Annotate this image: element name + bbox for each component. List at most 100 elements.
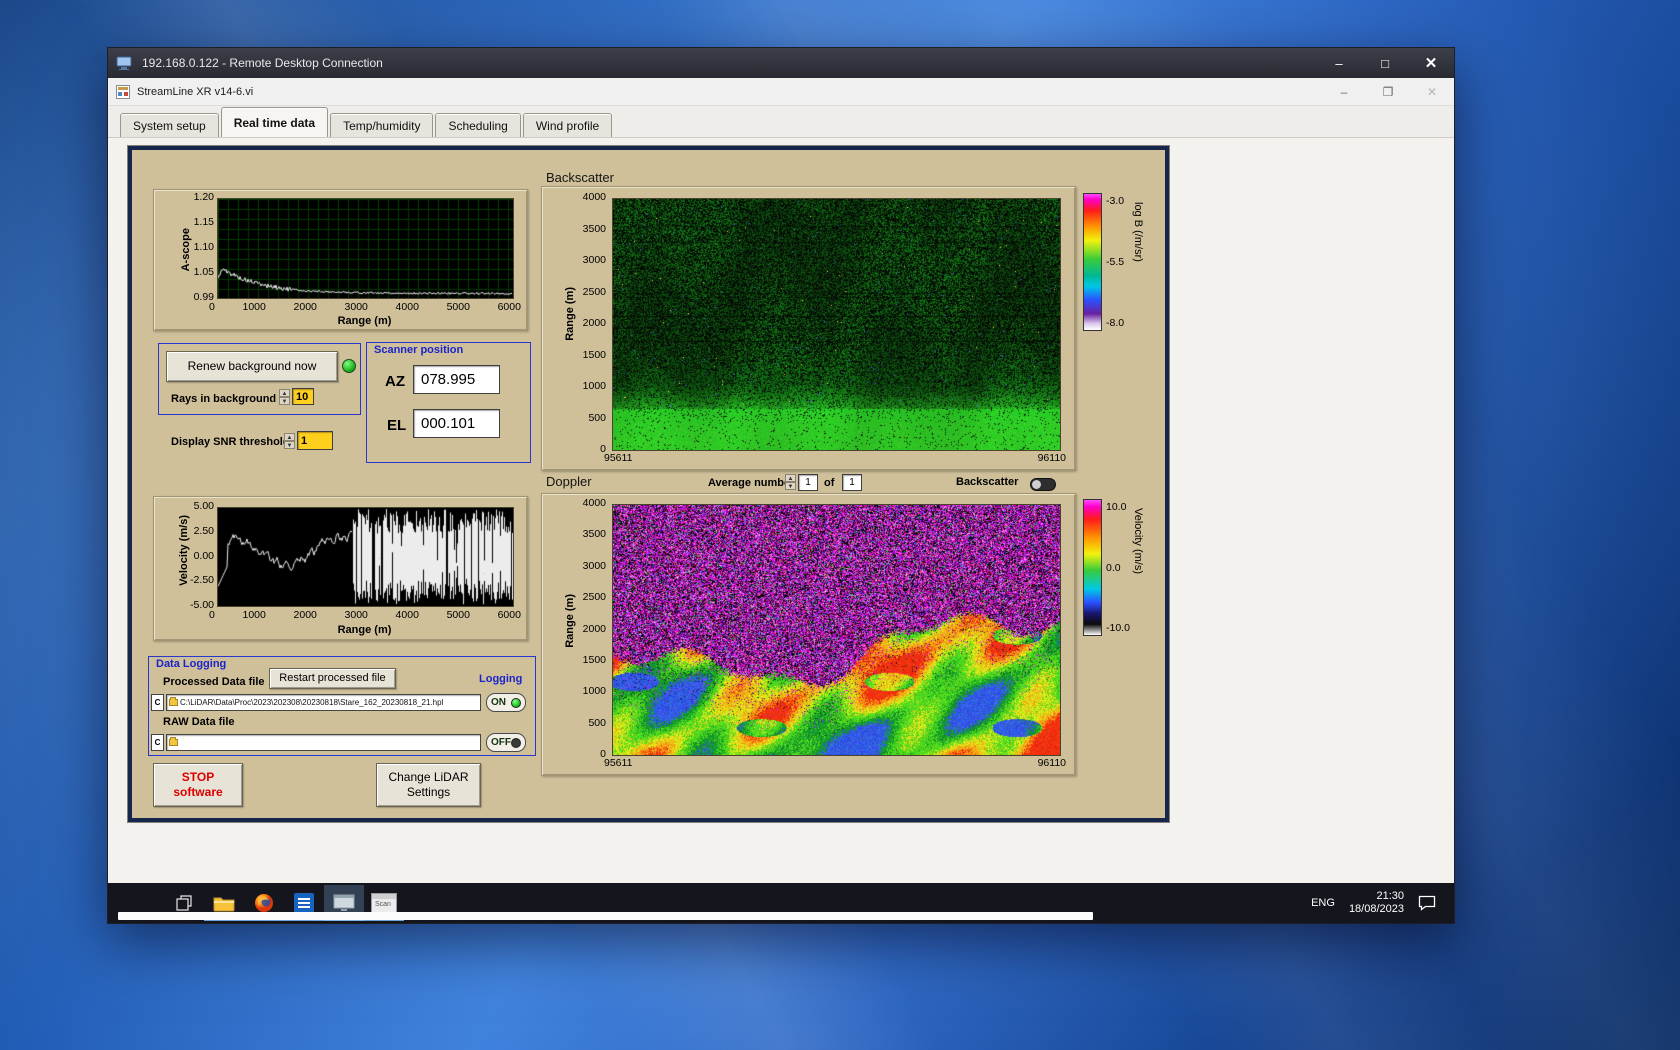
raw-drive-selector[interactable]: C xyxy=(151,734,164,751)
doppler-colorbar-label: Velocity (m/s) xyxy=(1132,508,1144,575)
doppler-colorbar-ticks: 10.0 0.0 -10.0 xyxy=(1106,501,1130,634)
average-number-spinner[interactable]: ▲ ▼ xyxy=(785,474,796,490)
change-line1: Change LiDAR xyxy=(388,770,469,784)
scanner-position-group: Scanner position AZ 078.995 EL 000.101 xyxy=(366,342,531,463)
ascope-x-ticks: 0 1000 2000 3000 4000 5000 6000 xyxy=(209,302,521,313)
tab-temp-humidity[interactable]: Temp/humidity xyxy=(330,113,434,137)
stop-software-button[interactable]: STOP software xyxy=(153,763,243,807)
tick-label: 3000 xyxy=(344,301,368,313)
tick-label: 1000 xyxy=(582,685,606,698)
ascope-plot-module: A-scope 1.20 1.15 1.10 1.05 0.99 0 1000 2000 30… xyxy=(153,189,528,331)
tick-label: 1000 xyxy=(582,380,606,392)
tick-label: 0 xyxy=(209,609,215,621)
background-status-led xyxy=(342,359,356,373)
rays-value-field[interactable]: 10 xyxy=(292,388,314,405)
tab-scheduling[interactable]: Scheduling xyxy=(435,113,521,137)
clock-time: 21:30 xyxy=(1376,890,1404,902)
language-indicator[interactable]: ENG xyxy=(1311,897,1335,909)
backscatter-toggle-switch[interactable] xyxy=(1030,478,1056,491)
tick-label: 2500 xyxy=(582,591,606,604)
renew-background-button[interactable]: Renew background now xyxy=(166,351,338,382)
stop-line1: STOP xyxy=(181,770,215,784)
notification-icon[interactable] xyxy=(1418,895,1436,911)
backscatter-y-axis-label: Range (m) xyxy=(564,287,576,341)
tick-label: -3.0 xyxy=(1106,195,1125,207)
tick-label: 1500 xyxy=(582,653,606,666)
tick-label: 4000 xyxy=(582,191,606,203)
browse-folder-icon xyxy=(169,697,178,706)
average-number-field[interactable]: 1 xyxy=(798,474,818,491)
app-close-button[interactable]: ✕ xyxy=(1410,78,1454,105)
rdp-titlebar[interactable]: 192.168.0.122 - Remote Desktop Connectio… xyxy=(108,48,1454,78)
velocity-plot-module: Velocity (m/s) 5.00 2.50 0.00 -2.50 -5.00 01… xyxy=(153,496,528,641)
rdp-maximize-button[interactable]: □ xyxy=(1362,48,1408,78)
doppler-x-ticks: 95611 96110 xyxy=(604,758,1066,769)
tick-label: 4000 xyxy=(395,609,419,621)
scan-app-icon: Scan xyxy=(371,893,397,913)
tick-label: 6000 xyxy=(497,609,521,621)
tick-label: 2000 xyxy=(582,622,606,635)
snr-spinner[interactable]: ▲ ▼ xyxy=(284,433,295,449)
backscatter-colorbar xyxy=(1083,193,1102,331)
restart-processed-file-button[interactable]: Restart processed file xyxy=(269,668,396,689)
data-logging-title: Data Logging xyxy=(156,658,227,670)
average-count-field[interactable]: 1 xyxy=(842,474,862,491)
background-controls-group: Renew background now Rays in background … xyxy=(158,343,361,415)
doppler-x-start: 95611 xyxy=(604,757,633,769)
raw-logging-toggle[interactable]: OFF xyxy=(486,733,526,752)
backscatter-y-ticks: 4000 3500 3000 2500 2000 1500 1000 500 0 xyxy=(576,192,606,455)
average-number-label: Average number xyxy=(708,477,795,489)
rdp-minimize-button[interactable]: – xyxy=(1316,48,1362,78)
tab-system-setup[interactable]: System setup xyxy=(120,113,219,137)
tab-wind-profile[interactable]: Wind profile xyxy=(522,113,613,137)
el-value-field[interactable]: 000.101 xyxy=(413,409,500,438)
taskbar-clock[interactable]: 21:30 18/08/2023 xyxy=(1349,890,1404,916)
ascope-x-axis-label: Range (m) xyxy=(337,315,392,327)
scan-window-titlebar xyxy=(372,894,396,899)
app-restore-button[interactable]: ❐ xyxy=(1366,78,1410,105)
off-label: OFF xyxy=(491,737,511,748)
app-titlebar[interactable]: StreamLine XR v14-6.vi – ❐ ✕ xyxy=(108,78,1454,106)
backscatter-colorbar-ticks: -3.0 -5.5 -8.0 xyxy=(1106,195,1124,329)
rdp-horizontal-scrollbar[interactable] xyxy=(118,912,1093,920)
tick-label: 3000 xyxy=(344,609,368,621)
processed-logging-toggle[interactable]: ON xyxy=(486,693,526,712)
tab-bar: System setup Real time data Temp/humidit… xyxy=(108,106,1454,138)
az-value-field[interactable]: 078.995 xyxy=(413,365,500,394)
rdp-title: 192.168.0.122 - Remote Desktop Connectio… xyxy=(142,56,383,70)
tick-label: 6000 xyxy=(497,301,521,313)
tick-label: 5000 xyxy=(446,301,470,313)
tick-label: 1.15 xyxy=(193,216,214,228)
processed-drive-selector[interactable]: C xyxy=(151,694,164,711)
tick-label: 5000 xyxy=(446,609,470,621)
logging-label: Logging xyxy=(479,673,523,685)
velocity-y-ticks: 5.00 2.50 0.00 -2.50 -5.00 xyxy=(178,501,214,611)
tick-label: 2000 xyxy=(293,609,317,621)
labview-panel: A-scope 1.20 1.15 1.10 1.05 0.99 0 1000 2000 30… xyxy=(128,146,1169,822)
tick-label: 5.00 xyxy=(193,500,214,512)
snr-value-field[interactable]: 1 xyxy=(297,431,333,450)
change-lidar-settings-button[interactable]: Change LiDAR Settings xyxy=(376,763,481,807)
velocity-x-axis-label: Range (m) xyxy=(337,624,392,636)
tick-label: 1.05 xyxy=(193,266,214,278)
tab-real-time-data[interactable]: Real time data xyxy=(220,107,329,137)
rdp-close-button[interactable]: ✕ xyxy=(1408,48,1454,78)
backscatter-plot-module: Range (m) 4000 3500 3000 2500 2000 1500 1000 50… xyxy=(541,186,1076,471)
tick-label: 3000 xyxy=(582,254,606,266)
ascope-plot xyxy=(217,198,514,299)
rays-spinner[interactable]: ▲ ▼ xyxy=(279,389,290,405)
tick-label: 500 xyxy=(588,411,606,424)
task-view-icon xyxy=(176,895,192,911)
scan-window-label: Scan xyxy=(375,901,391,908)
tick-label: 4000 xyxy=(395,301,419,313)
tick-label: 2000 xyxy=(293,301,317,313)
raw-path-field[interactable] xyxy=(166,734,481,751)
doppler-colorbar xyxy=(1083,499,1102,636)
tick-label: 3000 xyxy=(582,559,606,572)
processed-path-field[interactable]: C:\LiDAR\Data\Proc\2023\202308\20230818\… xyxy=(166,694,481,711)
system-tray: ENG 21:30 18/08/2023 xyxy=(1311,890,1454,916)
tick-label: 4000 xyxy=(582,497,606,509)
app-minimize-button[interactable]: – xyxy=(1322,78,1366,105)
notes-app-icon xyxy=(294,893,314,913)
rdp-app-icon xyxy=(116,56,132,71)
